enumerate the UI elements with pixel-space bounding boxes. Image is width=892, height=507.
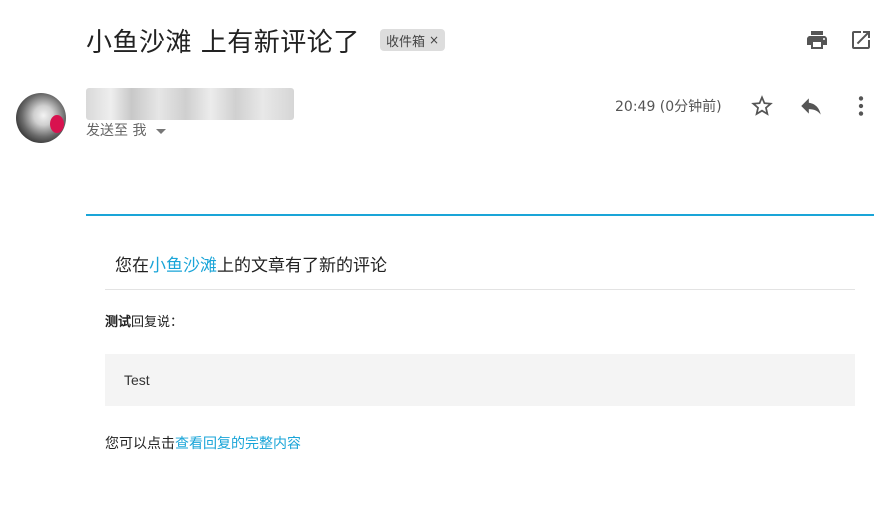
recipient-text: 发送至 我 <box>86 123 147 139</box>
section-divider <box>105 289 855 290</box>
reply-icon[interactable] <box>798 93 824 119</box>
headline-prefix: 您在 <box>115 256 149 276</box>
notification-headline: 您在小鱼沙滩上的文章有了新的评论 <box>115 251 387 276</box>
view-full-reply-link[interactable]: 查看回复的完整内容 <box>175 436 301 452</box>
sender-avatar[interactable] <box>16 93 66 143</box>
reply-suffix: 回复说： <box>131 315 184 330</box>
reply-author: 测试 <box>105 315 132 330</box>
chevron-down-icon[interactable] <box>156 128 167 134</box>
blog-link[interactable]: 小鱼沙滩 <box>149 256 217 276</box>
open-in-new-icon[interactable] <box>849 28 873 52</box>
reply-attribution: 测试回复说： <box>105 311 183 330</box>
remove-label-icon[interactable]: × <box>429 33 439 47</box>
recipient-line: 发送至 我 <box>86 120 167 140</box>
inbox-label[interactable]: 收件箱 × <box>380 29 446 51</box>
print-icon[interactable] <box>805 28 829 52</box>
accent-divider <box>86 214 874 216</box>
footer-prefix: 您可以点击 <box>105 436 175 452</box>
avatar-accent <box>50 115 64 133</box>
star-outline-icon[interactable] <box>749 93 775 119</box>
inbox-label-text: 收件箱 <box>386 34 426 50</box>
sender-name-redacted <box>86 88 294 120</box>
email-subject: 小鱼沙滩 上有新评论了 <box>86 28 360 58</box>
reply-quote-box: Test <box>105 354 855 406</box>
headline-suffix: 上的文章有了新的评论 <box>217 256 387 276</box>
more-vert-icon[interactable] <box>848 93 874 119</box>
footer-line: 您可以点击查看回复的完整内容 <box>105 433 301 453</box>
email-timestamp: 20:49 (0分钟前) <box>615 99 722 115</box>
reply-content: Test <box>124 372 150 388</box>
